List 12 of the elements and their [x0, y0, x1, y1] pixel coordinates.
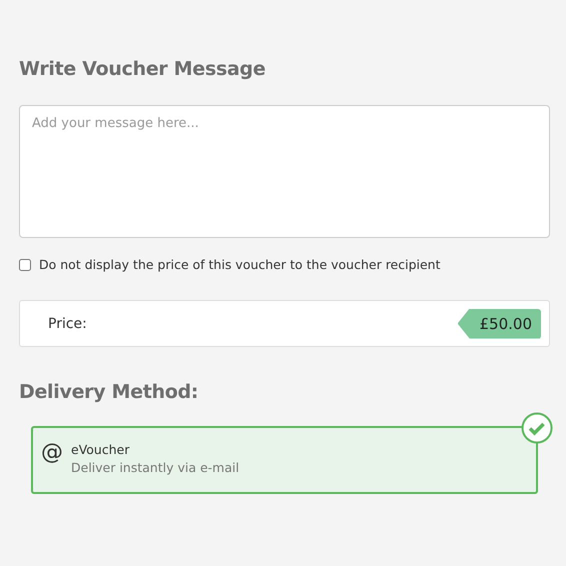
at-icon: @ — [41, 442, 63, 464]
price-label: Price: — [48, 316, 87, 332]
option-description: Deliver instantly via e-mail — [71, 460, 240, 475]
section-title: Write Voucher Message — [19, 58, 266, 80]
section-title: Delivery Method: — [19, 381, 200, 403]
price-tag: £50.00 — [458, 308, 541, 338]
check-icon — [521, 412, 553, 444]
message-field[interactable]: Add your message here... — [19, 105, 550, 238]
checkbox-label: Do not display the price of this voucher to the voucher recipient — [39, 257, 440, 272]
checkbox[interactable] — [19, 258, 31, 270]
option-name: eVoucher — [71, 442, 130, 457]
delivery-option[interactable]: @ eVoucher Deliver instantly via e-mail — [31, 426, 538, 494]
